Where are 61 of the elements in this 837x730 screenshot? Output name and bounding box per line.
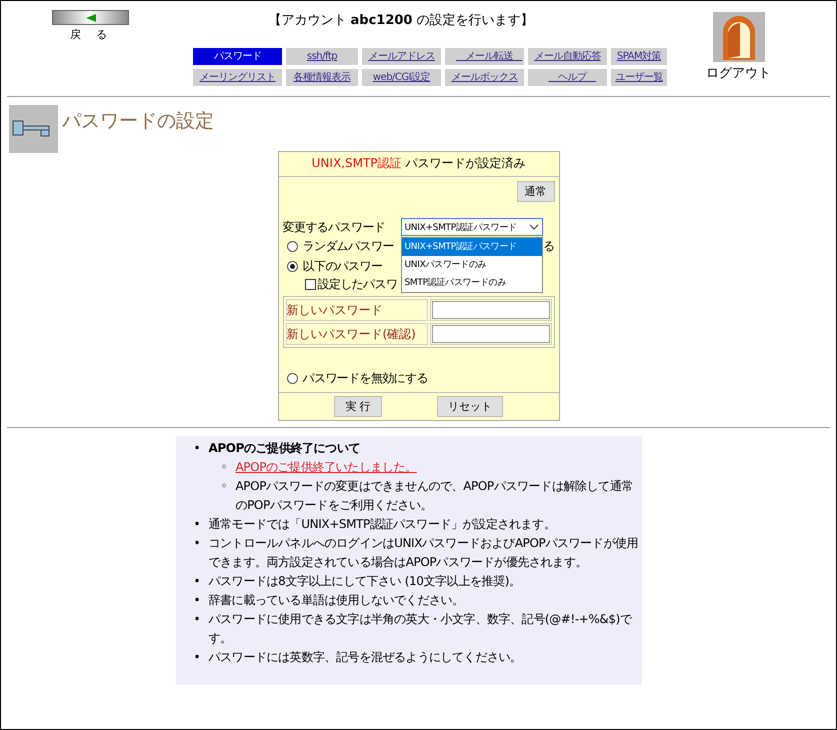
door-icon[interactable] [712,12,764,62]
option-label: 設定したパスワ [318,276,398,292]
password-field[interactable] [432,325,550,343]
bullet: • [194,649,202,666]
note-text: 辞書に載っている単語は使用しないでください。 [208,592,464,609]
select-label: 変更するパスワード [282,218,386,236]
bullet: ◦ [220,459,228,476]
option-label: ランダムパスワー [302,238,394,254]
nav-tab[interactable]: 各種情報表示 [286,69,358,86]
dropdown-option[interactable]: SMTP認証パスワードのみ [402,274,542,292]
nav-tab[interactable]: メーリングリスト [193,69,282,86]
bullet: • [194,592,202,609]
option-label: る [543,238,554,254]
bullet: • [194,440,202,457]
radio-button[interactable] [286,260,298,272]
bullet: • [194,516,202,533]
field-label: 新しいパスワード(確認) [286,323,428,345]
bullet: • [194,535,202,552]
note-text: APOPのご提供終了について [208,440,360,457]
nav-tab[interactable]: ssh/ftp [286,48,358,65]
note-text: パスワードに使用できる文字は半角の英大・小文字、数字、記号(@#!-+%&$)です。 [208,611,634,647]
left-arrow-icon [86,14,96,22]
logout-label[interactable]: ログアウト [706,64,771,82]
nav-tab[interactable]: メールボックス [445,69,524,86]
note-text: パスワードは8文字以上にして下さい (10文字以上を推奨)。 [208,573,521,590]
status-text: UNIX,SMTP認証 パスワードが設定済み [278,152,558,177]
normal-mode-button[interactable]: 通常 [516,181,554,202]
checkbox[interactable] [304,278,316,290]
option-label: パスワードを無効にする [302,370,428,386]
nav-tab[interactable]: ヘルプ [528,69,607,86]
nav-tab[interactable]: web/CGI設定 [362,69,441,86]
bullet: • [194,611,202,628]
nav-tab[interactable]: メール自動応答 [528,48,607,65]
nav-tab[interactable]: パスワード [193,48,282,65]
dropdown-option[interactable]: UNIXパスワードのみ [402,256,542,274]
back-label: 戻 る [70,27,109,42]
note-link[interactable]: APOPのご提供終了いたしました。 [236,460,417,474]
back-button[interactable] [52,10,129,25]
bullet: ◦ [220,478,228,495]
form-button[interactable]: 実 行 [334,396,382,417]
radio-button[interactable] [286,240,298,252]
key-icon [9,105,58,153]
page-title: パスワードの設定 [62,109,214,134]
nav-tab[interactable]: メール転送 [445,48,524,65]
option-label: 以下のパスワー [302,258,382,274]
note-text: コントロールパネルへのログインはUNIXパスワードおよびAPOPパスワードが使用できます。両方設定されている場合はAPOPパスワードが優先されます。 [208,535,640,571]
nav-tab[interactable]: ユーザー覧 [611,69,667,86]
form-button[interactable]: リセット [436,396,503,417]
bullet: • [194,573,202,590]
nav-tab[interactable]: メールアドレス [362,48,441,65]
note-text: パスワードには英数字、記号を混ぜるようにしてください。 [208,649,522,666]
password-select[interactable]: UNIX+SMTP認証パスワード [400,218,542,236]
password-field[interactable] [432,301,550,319]
chevron-down-icon [528,224,538,230]
nav-tab[interactable]: SPAM対策 [611,48,667,65]
note-text: APOPパスワードの変更はできませんので、APOPパスワードは解除して通常のPOPパスワードをご利用ください。 [236,479,633,512]
note-text: 通常モードでは「UNIX+SMTP認証パスワード」が設定されます。 [208,516,556,533]
account-heading: 【アカウント abc1200 の設定を行います】 [268,12,534,29]
field-label: 新しいパスワード [286,299,428,321]
dropdown-option[interactable]: UNIX+SMTP認証パスワード [402,238,542,256]
radio-button[interactable] [286,372,298,384]
